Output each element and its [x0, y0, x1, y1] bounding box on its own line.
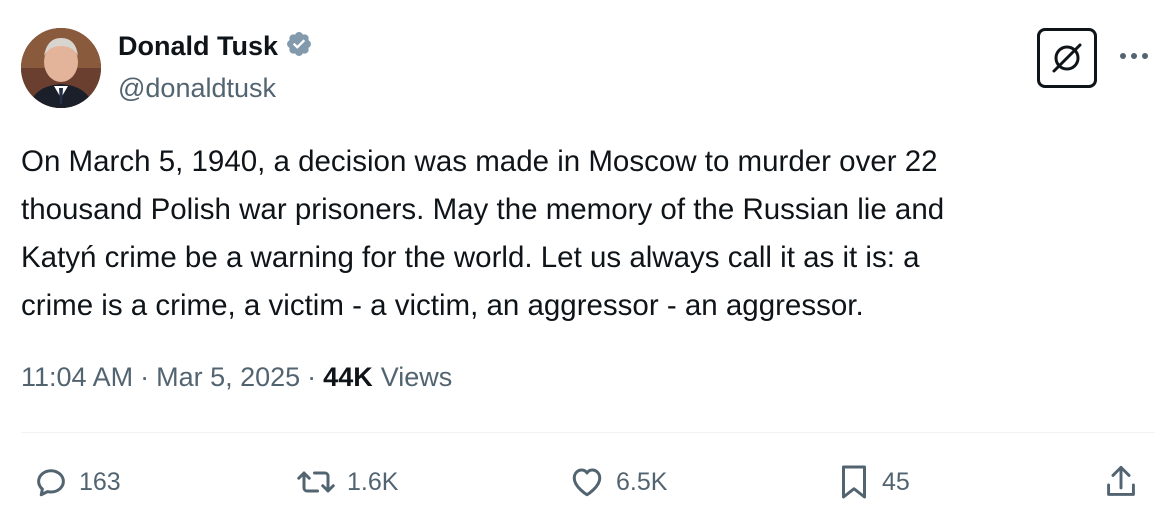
- meta-separator: ·: [307, 362, 317, 392]
- bookmark-button[interactable]: 45: [836, 458, 910, 506]
- tweet-meta: 11:04 AM · Mar 5, 2025 · 44K Views: [21, 362, 452, 393]
- more-button[interactable]: [1116, 44, 1152, 68]
- author-name-row: Donald Tusk: [118, 30, 313, 63]
- author-handle[interactable]: @donaldtusk: [118, 73, 276, 104]
- author-name[interactable]: Donald Tusk: [118, 31, 278, 62]
- repost-icon: [297, 471, 335, 493]
- grok-icon: [1052, 43, 1082, 73]
- tweet-text: On March 5, 1940, a decision was made in…: [21, 145, 945, 322]
- avatar-image: [21, 28, 101, 108]
- heart-icon: [572, 468, 602, 497]
- views-label[interactable]: Views: [381, 362, 453, 393]
- tweet-time[interactable]: 11:04 AM: [21, 362, 133, 393]
- share-button[interactable]: [1103, 458, 1139, 506]
- more-icon: [1120, 53, 1148, 59]
- reply-button[interactable]: 163: [33, 458, 121, 506]
- bookmark-count: 45: [882, 467, 910, 496]
- meta-separator: ·: [140, 362, 150, 392]
- like-count: 6.5K: [616, 467, 668, 496]
- tweet-date[interactable]: Mar 5, 2025: [156, 362, 300, 393]
- like-button[interactable]: 6.5K: [568, 458, 667, 506]
- reply-count: 163: [79, 467, 121, 496]
- bookmark-icon: [842, 465, 866, 499]
- repost-count: 1.6K: [347, 467, 399, 496]
- avatar[interactable]: [21, 28, 101, 108]
- grok-button[interactable]: [1037, 28, 1097, 88]
- divider: [21, 432, 1155, 433]
- verified-badge-icon: [285, 30, 313, 63]
- views-count[interactable]: 44K: [323, 362, 373, 393]
- reply-icon: [37, 469, 65, 497]
- share-icon: [1107, 465, 1135, 496]
- repost-button[interactable]: 1.6K: [295, 458, 398, 506]
